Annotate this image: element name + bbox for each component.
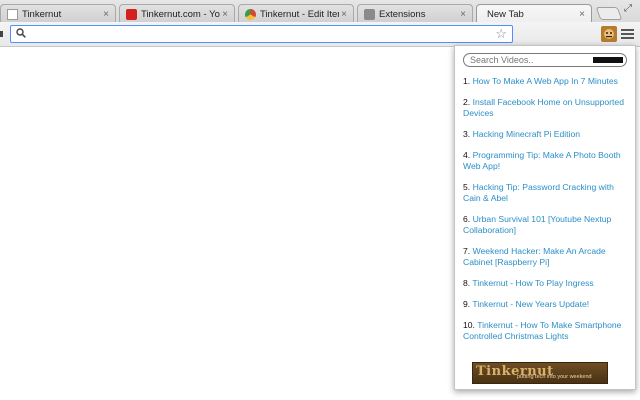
close-icon[interactable]: ×: [101, 9, 111, 20]
item-number: 8.: [463, 278, 471, 288]
tab-title: Tinkernut.com - YouTu: [141, 8, 220, 20]
menu-icon[interactable]: [621, 27, 634, 40]
close-icon[interactable]: ×: [220, 9, 230, 20]
video-list: 1. How To Make A Web App In 7 Minutes 2.…: [463, 76, 631, 352]
video-link[interactable]: Tinkernut - How To Make Smartphone Contr…: [463, 320, 621, 341]
search-icon: [16, 28, 26, 41]
search-button[interactable]: [593, 57, 623, 63]
close-icon[interactable]: ×: [458, 9, 468, 20]
item-number: 6.: [463, 214, 471, 224]
list-item: 10. Tinkernut - How To Make Smartphone C…: [463, 320, 631, 342]
tab-title: New Tab: [487, 9, 524, 20]
star-icon[interactable]: ☆: [495, 26, 507, 42]
tab-title: Tinkernut: [22, 8, 62, 20]
video-link[interactable]: Programming Tip: Make A Photo Booth Web …: [463, 150, 621, 171]
tab-youtube[interactable]: Tinkernut.com - YouTu ×: [119, 4, 235, 23]
list-item: 3. Hacking Minecraft Pi Edition: [463, 129, 631, 140]
video-link[interactable]: Tinkernut - New Years Update!: [472, 299, 589, 309]
list-item: 9. Tinkernut - New Years Update!: [463, 299, 631, 310]
tab-extensions[interactable]: Extensions ×: [357, 4, 473, 23]
tab-strip: Tinkernut × Tinkernut.com - YouTu × Tink…: [0, 0, 640, 24]
video-search-box[interactable]: [463, 53, 627, 67]
item-number: 9.: [463, 299, 471, 309]
video-link[interactable]: Hacking Minecraft Pi Edition: [473, 129, 580, 139]
list-item: 8. Tinkernut - How To Play Ingress: [463, 278, 631, 289]
item-number: 4.: [463, 150, 471, 160]
omnibox[interactable]: ☆: [10, 25, 513, 43]
video-link[interactable]: Weekend Hacker: Make An Arcade Cabinet […: [463, 246, 606, 267]
video-link[interactable]: How To Make A Web App In 7 Minutes: [473, 76, 618, 86]
list-item: 7. Weekend Hacker: Make An Arcade Cabine…: [463, 246, 631, 268]
item-number: 10.: [463, 320, 475, 330]
close-icon[interactable]: ×: [339, 9, 349, 20]
list-item: 4. Programming Tip: Make A Photo Booth W…: [463, 150, 631, 172]
item-number: 5.: [463, 182, 471, 192]
extension-popup: 1. How To Make A Web App In 7 Minutes 2.…: [454, 45, 636, 390]
restore-icon[interactable]: ⤢: [624, 3, 632, 14]
item-number: 7.: [463, 246, 471, 256]
tinkernut-extension-icon[interactable]: [601, 26, 617, 42]
list-item: 1. How To Make A Web App In 7 Minutes: [463, 76, 631, 87]
list-item: 6. Urban Survival 101 [Youtube Nextup Co…: [463, 214, 631, 236]
video-link[interactable]: Urban Survival 101 [Youtube Nextup Colla…: [463, 214, 611, 235]
puzzle-icon: [364, 8, 375, 20]
tab-edit-item[interactable]: Tinkernut - Edit Item ×: [238, 4, 354, 23]
list-item: 5. Hacking Tip: Password Cracking with C…: [463, 182, 631, 204]
item-number: 1.: [463, 76, 471, 86]
item-number: 2.: [463, 97, 471, 107]
video-link[interactable]: Hacking Tip: Password Cracking with Cain…: [463, 182, 614, 203]
video-link[interactable]: Tinkernut - How To Play Ingress: [472, 278, 593, 288]
tinkernut-banner[interactable]: Tinkernut putting tech into your weekend: [472, 362, 608, 384]
address-input[interactable]: [31, 27, 491, 41]
banner-tagline: putting tech into your weekend: [517, 374, 592, 380]
tab-title: Extensions: [379, 8, 426, 20]
back-button-edge[interactable]: [0, 31, 3, 37]
tab-tinkernut[interactable]: Tinkernut ×: [0, 4, 116, 23]
new-tab-button[interactable]: [595, 7, 623, 20]
toolbar: ☆: [0, 22, 640, 47]
tab-title: Tinkernut - Edit Item: [260, 8, 339, 20]
tab-new-tab[interactable]: New Tab ×: [476, 4, 592, 24]
browser-window: Tinkernut × Tinkernut.com - YouTu × Tink…: [0, 0, 640, 400]
document-icon: [7, 8, 18, 20]
item-number: 3.: [463, 129, 471, 139]
video-search-input[interactable]: [470, 54, 570, 66]
list-item: 2. Install Facebook Home on Unsupported …: [463, 97, 631, 119]
youtube-icon: [126, 8, 137, 20]
close-icon[interactable]: ×: [577, 9, 587, 20]
chrome-icon: [245, 8, 256, 20]
video-link[interactable]: Install Facebook Home on Unsupported Dev…: [463, 97, 624, 118]
